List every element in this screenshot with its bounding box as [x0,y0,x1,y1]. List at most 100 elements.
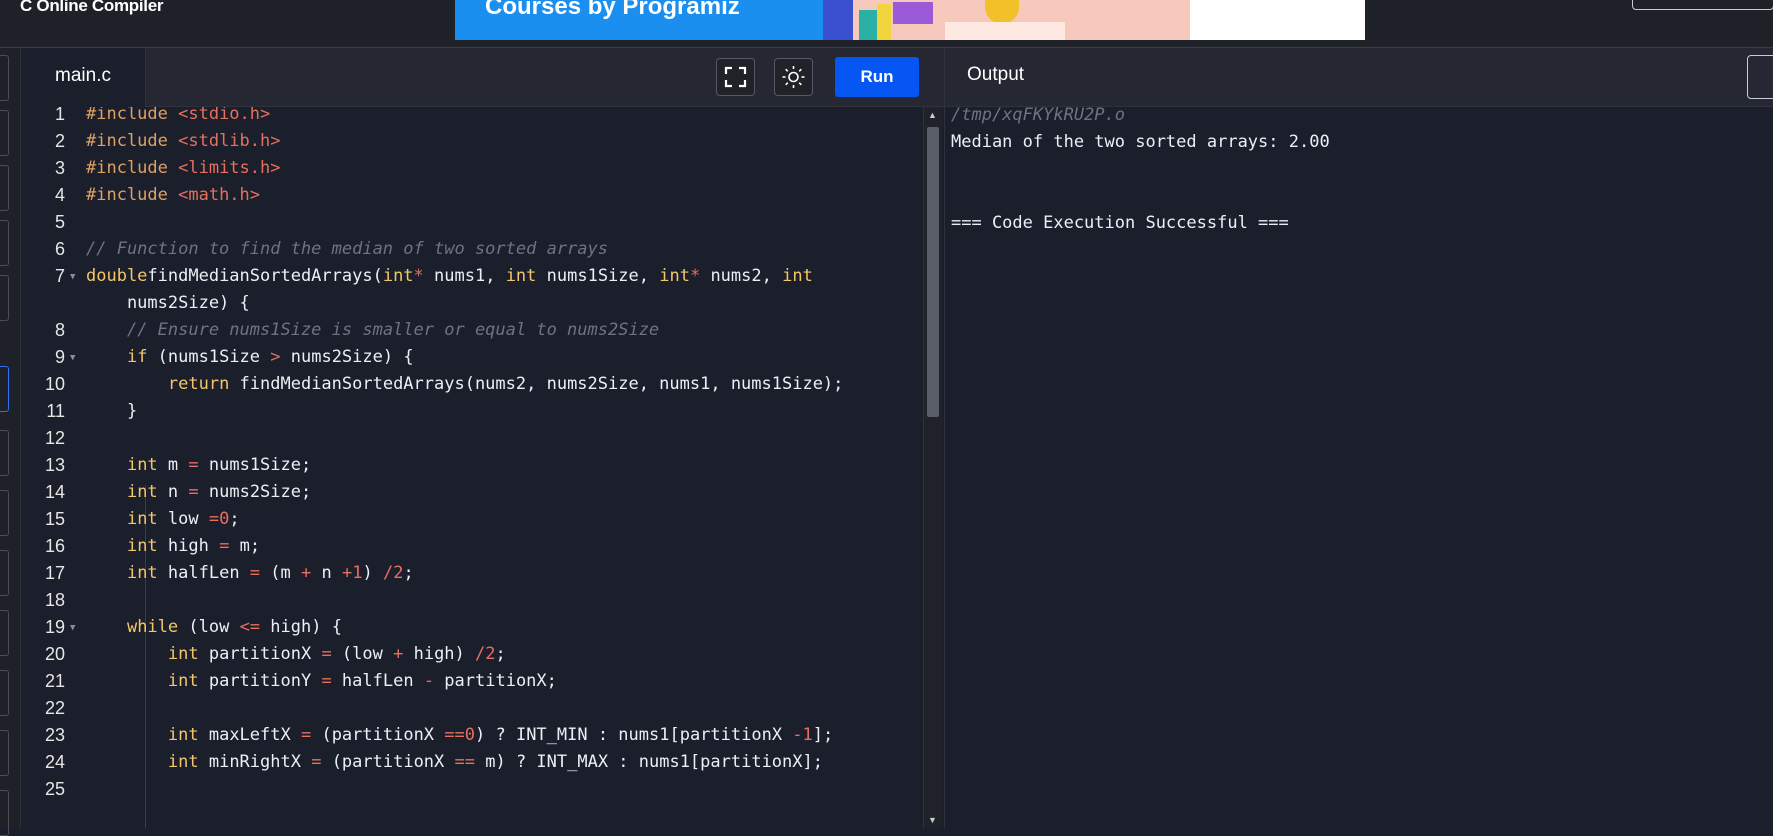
code-token: while [126,617,179,637]
code-editor[interactable]: 1 #include <stdio.h> 2 #include <stdlib.h> 3… [21,107,923,828]
editor-scrollbar[interactable]: ▲ ▼ [923,107,942,828]
language-tab[interactable] [0,220,9,266]
code-text: #include <math.h> [86,182,260,209]
line-number: 22 [44,698,65,718]
scroll-up-arrow-icon[interactable]: ▲ [928,110,937,120]
code-token: - [423,671,435,691]
code-token: nums1Size; [198,455,312,475]
code-token: = [249,563,261,583]
code-text: int n = nums2Size; [86,479,311,506]
language-tab[interactable] [0,275,9,321]
code-token: high) { [260,617,342,637]
code-line[interactable]: 8 // Ensure nums1Size is smaller or equa… [21,317,923,344]
code-line[interactable]: 18 [21,587,923,614]
language-tab[interactable] [0,430,9,476]
language-sidebar [0,48,21,836]
line-number: 4 [54,185,65,205]
language-tab-active[interactable] [0,366,9,412]
code-token: (low [178,617,240,637]
code-token: high) [403,644,476,664]
code-token: return [167,374,230,394]
code-line[interactable]: 3 #include <limits.h> [21,155,923,182]
code-text: int high = m; [86,533,260,560]
code-token: * [689,266,701,286]
code-line[interactable]: 2 #include <stdlib.h> [21,128,923,155]
language-tab[interactable] [0,165,9,211]
line-number: 12 [44,428,65,448]
code-token: = [188,455,199,475]
fold-arrow-icon[interactable]: ▼ [70,264,75,291]
line-number: 6 [54,239,65,259]
sun-icon [782,66,805,88]
language-tab[interactable] [0,730,9,776]
line-number: 18 [44,590,65,610]
language-tab[interactable] [0,790,9,836]
language-tab[interactable] [0,610,9,656]
code-line[interactable]: 10 return findMedianSortedArrays(nums2, … [21,371,923,398]
line-number: 7 [54,266,65,286]
code-line[interactable]: 23 int maxLeftX = (partitionX ==0) ? INT… [21,722,923,749]
books-illustration-4 [893,2,933,24]
code-line[interactable]: 7 ▼ doublefindMedianSortedArrays(int* nums… [21,263,923,290]
code-token: = [321,671,332,691]
line-number: 21 [44,671,65,691]
scrollbar-thumb[interactable] [927,127,939,417]
code-line[interactable]: 16 int high = m; [21,533,923,560]
code-line[interactable]: 21 int partitionY = halfLen - partitionX… [21,668,923,695]
code-line[interactable]: 13 int m = nums1Size; [21,452,923,479]
fullscreen-button[interactable] [716,58,755,96]
code-line[interactable]: 9 ▼ if (nums1Size > nums2Size) { [21,344,923,371]
code-line[interactable]: 17 int halfLen = (m + n +1) /2; [21,560,923,587]
code-token: ; [403,563,414,583]
language-tab[interactable] [0,670,9,716]
code-line[interactable]: 22 [21,695,923,722]
code-token: int [382,266,414,286]
top-right-button[interactable] [1632,0,1773,10]
code-line[interactable]: 4 #include <math.h> [21,182,923,209]
fold-arrow-icon[interactable]: ▼ [70,345,75,372]
code-line[interactable]: 11 } [21,398,923,425]
code-token: - [792,725,803,745]
code-text: // Ensure nums1Size is smaller or equal … [86,317,659,344]
code-token: low [157,509,209,529]
run-button[interactable]: Run [835,57,919,97]
code-line[interactable]: 1 #include <stdio.h> [21,107,923,128]
code-text: } [86,398,137,425]
theme-toggle-button[interactable] [774,58,813,96]
fold-arrow-icon[interactable]: ▼ [70,615,75,642]
code-text: if (nums1Size > nums2Size) { [86,344,414,371]
code-line[interactable]: 15 int low =0; [21,506,923,533]
code-line[interactable]: nums2Size) { [21,290,923,317]
code-line[interactable]: 12 [21,425,923,452]
language-tab[interactable] [0,110,9,156]
code-line[interactable]: 6 // Function to find the median of two s… [21,236,923,263]
code-token: double [86,266,148,286]
top-bar: C Online Compiler Courses by Programiz [0,0,1773,48]
language-tab[interactable] [0,55,9,101]
code-token: + [301,563,312,583]
ad-banner[interactable]: Courses by Programiz [455,0,1365,40]
code-token: int [659,266,690,286]
code-line[interactable]: 5 [21,209,923,236]
code-line[interactable]: 19 ▼ while (low <= high) { [21,614,923,641]
output-file-path: /tmp/xqFKYkRU2P.o [951,105,1125,125]
code-line[interactable]: 24 int minRightX = (partitionX == m) ? I… [21,749,923,776]
clear-output-button[interactable] [1747,55,1773,99]
line-number: 25 [44,779,65,799]
code-line[interactable]: 14 int n = nums2Size; [21,479,923,506]
code-line[interactable]: 20 int partitionX = (low + high) /2; [21,641,923,668]
output-header: Output [944,48,1773,107]
line-number: 23 [44,725,65,745]
code-line[interactable]: 25 [21,776,923,803]
language-tab[interactable] [0,490,9,536]
tab-main-c[interactable]: main.c [21,48,146,107]
language-tab[interactable] [0,550,9,596]
code-token: #include [86,158,179,178]
scroll-down-arrow-icon[interactable]: ▼ [928,815,937,825]
code-token: 2 [485,644,496,664]
code-token: nums1Size, [536,266,660,286]
code-token: + [393,644,404,664]
